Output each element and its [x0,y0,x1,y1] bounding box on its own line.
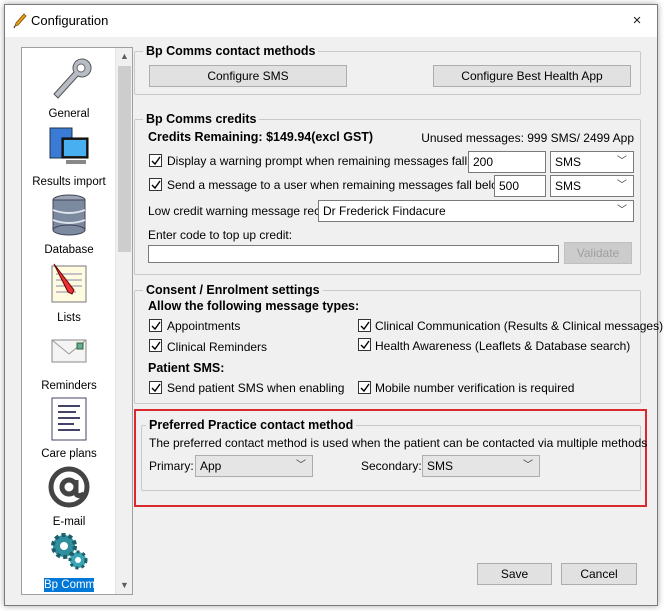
primary-label: Primary: [149,459,194,473]
mobile-verify-label: Mobile number verification is required [375,381,575,395]
select-value: SMS [427,459,454,473]
title-bar: Configuration × [5,5,657,37]
clinical-comm-checkbox[interactable] [358,319,371,332]
gears-icon [51,533,88,570]
chevron-down-icon: ﹀ [617,205,627,216]
configure-sms-button[interactable]: Configure SMS [149,65,347,87]
care-plan-icon [51,397,87,441]
scroll-thumb[interactable] [118,66,131,252]
group-title: Bp Comms credits [143,112,260,126]
sidebar-item-database[interactable]: Database [22,190,116,258]
sidebar-item-care-plans[interactable]: Care plans [22,394,116,462]
window-title: Configuration [31,13,109,28]
sidebar-item-label: Results import [32,176,106,188]
contact-methods-group: Bp Comms contact methods Configure SMS C… [134,44,641,95]
chevron-down-icon: ﹀ [617,180,627,191]
group-title: Consent / Enrolment settings [143,283,323,297]
sidebar-item-lists[interactable]: Lists [22,258,116,326]
wrench-icon [53,58,92,99]
health-awareness-label: Health Awareness (Leaflets & Database se… [375,339,631,353]
send-threshold-input[interactable]: 500 [494,175,546,197]
validate-button[interactable]: Validate [564,242,632,264]
sidebar-item-label: Bp Comms [44,578,101,592]
appointments-checkbox[interactable] [149,319,162,332]
sidebar-item-bp-comms[interactable]: Bp Comms [22,526,116,594]
send-patient-sms-label: Send patient SMS when enabling [167,381,345,395]
close-button[interactable]: × [617,5,657,37]
secondary-select[interactable]: SMS ﹀ [422,455,540,477]
sidebar-item-general[interactable]: General [22,54,116,122]
sidebar-item-label: Lists [57,312,81,324]
check-icon [360,321,370,331]
group-title: Preferred Practice contact method [146,418,357,432]
send-message-checkbox[interactable] [149,178,162,191]
select-value: Dr Frederick Findacure [323,204,446,218]
sidebar: General Results import Database Lists Re… [21,47,133,595]
pencil-icon [13,13,27,29]
select-value: SMS [555,179,582,193]
group-title: Bp Comms contact methods [143,44,319,58]
chevron-down-icon: ﹀ [617,156,627,167]
configuration-window: Configuration × General Results import D… [4,4,663,606]
warn-threshold-input[interactable]: 200 [468,151,546,173]
check-icon [360,340,370,350]
chevron-down-icon: ﹀ [523,460,533,471]
select-value: App [200,459,222,473]
preferred-description: The preferred contact method is used whe… [149,436,648,450]
clinical-reminders-checkbox[interactable] [149,339,162,352]
preferred-contact-group: Preferred Practice contact method The pr… [141,418,647,491]
warn-type-select[interactable]: SMS ﹀ [550,151,634,173]
sidebar-item-email[interactable]: E-mail [22,462,116,530]
check-icon [360,383,370,393]
check-icon [151,383,161,393]
sidebar-item-label: Care plans [41,448,97,460]
at-sign-icon [48,466,90,508]
select-value: SMS [555,155,582,169]
topup-code-input[interactable] [148,245,559,263]
envelope-icon [51,339,87,363]
cancel-button[interactable]: Cancel [561,563,637,585]
scroll-up-button[interactable]: ▲ [116,48,132,65]
health-awareness-checkbox[interactable] [358,338,371,351]
secondary-label: Secondary: [361,459,422,473]
sidebar-item-label: Reminders [41,380,97,392]
clinical-comm-label: Clinical Communication (Results & Clinic… [375,319,664,333]
unused-messages: Unused messages: 999 SMS/ 2499 App [421,131,634,145]
allow-heading: Allow the following message types: [148,299,360,313]
chevron-down-icon: ﹀ [296,460,306,471]
send-message-label: Send a message to a user when remaining … [167,178,510,192]
check-icon [151,180,161,190]
check-icon [151,321,161,331]
sidebar-item-reminders[interactable]: Reminders [22,326,116,394]
check-icon [151,156,161,166]
appointments-label: Appointments [167,319,241,333]
recipient-select[interactable]: Dr Frederick Findacure ﹀ [318,200,634,222]
credits-group: Bp Comms credits Credits Remaining: $149… [134,112,641,275]
consent-group: Consent / Enrolment settings Allow the f… [134,283,663,404]
primary-select[interactable]: App ﹀ [195,455,313,477]
database-icon [52,194,86,236]
sidebar-item-label: Database [44,244,94,256]
credits-remaining: Credits Remaining: $149.94(excl GST) [148,130,374,144]
warn-prompt-checkbox[interactable] [149,154,162,167]
send-type-select[interactable]: SMS ﹀ [550,175,634,197]
sidebar-item-label: General [48,108,90,120]
patient-sms-heading: Patient SMS: [148,361,225,375]
check-icon [151,341,161,351]
computer-import-icon [49,127,89,164]
mobile-verify-checkbox[interactable] [358,381,371,394]
sidebar-item-results-import[interactable]: Results import [22,122,116,190]
scroll-down-button[interactable]: ▼ [116,577,132,594]
list-pencil-icon [51,263,87,303]
send-patient-sms-checkbox[interactable] [149,381,162,394]
clinical-reminders-label: Clinical Reminders [167,340,268,354]
topup-label: Enter code to top up credit: [148,228,293,242]
warn-prompt-label: Display a warning prompt when remaining … [167,154,506,168]
save-button[interactable]: Save [477,563,552,585]
configure-app-button[interactable]: Configure Best Health App [433,65,631,87]
sidebar-scrollbar[interactable]: ▲ ▼ [115,48,132,594]
